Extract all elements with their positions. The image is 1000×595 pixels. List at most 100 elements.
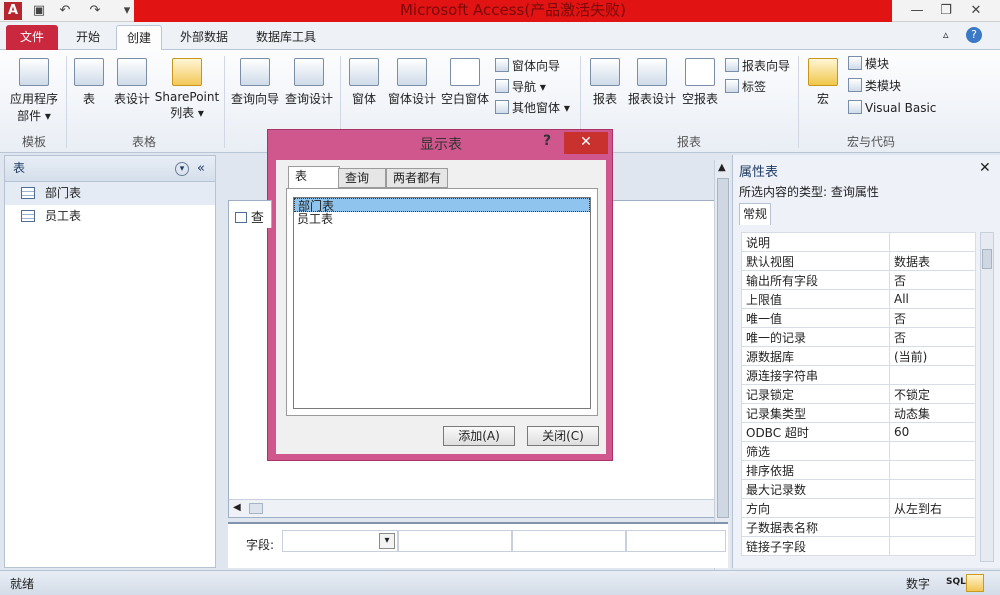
maximize-icon[interactable]: ❐ [932, 1, 960, 21]
table-button[interactable]: 表 [68, 58, 110, 107]
query-wizard-button[interactable]: 查询向导 [228, 58, 282, 107]
property-value[interactable] [889, 232, 976, 252]
scroll-left-icon[interactable]: ◀ [233, 502, 241, 513]
nav-item-employee-table[interactable]: 员工表 [5, 205, 215, 228]
property-value[interactable] [889, 536, 976, 556]
property-value[interactable]: 数据表 [889, 251, 976, 271]
list-item[interactable]: 员工表 [294, 212, 590, 226]
minimize-icon[interactable]: — [903, 1, 931, 21]
report-button[interactable]: 报表 [584, 58, 626, 107]
property-row[interactable]: 唯一值否 [741, 308, 976, 328]
property-row[interactable]: 筛选 [741, 441, 976, 461]
table-listbox[interactable]: 部门表 员工表 [293, 197, 591, 409]
property-value[interactable]: 动态集 [889, 403, 976, 423]
field-dropdown-icon[interactable]: ▾ [379, 533, 395, 549]
macro-button[interactable]: 宏 [802, 58, 844, 107]
table-design-button[interactable]: 表设计 [110, 58, 154, 107]
dialog-help-icon[interactable]: ? [543, 133, 551, 149]
field-cell-1[interactable]: ▾ [282, 530, 398, 552]
property-row[interactable]: 唯一的记录否 [741, 327, 976, 347]
class-module-button[interactable]: 类模块 [848, 76, 901, 96]
property-row[interactable]: 源连接字符串 [741, 365, 976, 385]
access-app-icon[interactable]: A [4, 2, 22, 20]
property-row[interactable]: 说明 [741, 232, 976, 252]
help-icon[interactable]: ? [966, 27, 982, 43]
blank-report-button[interactable]: 空报表 [678, 58, 722, 107]
property-value[interactable]: 否 [889, 308, 976, 328]
tab-create[interactable]: 创建 [116, 25, 163, 50]
property-value[interactable] [889, 460, 976, 480]
property-value[interactable] [889, 479, 976, 499]
property-value[interactable] [889, 517, 976, 537]
scroll-thumb[interactable] [249, 503, 263, 514]
property-row[interactable]: ODBC 超时 60 [741, 422, 976, 442]
design-view-icon[interactable] [966, 574, 984, 592]
vertical-scroll-thumb[interactable] [717, 178, 729, 518]
dialog-tab-both[interactable]: 两者都有 [386, 168, 448, 188]
property-value[interactable]: 否 [889, 270, 976, 290]
blank-form-button[interactable]: 空白窗体 [439, 58, 491, 107]
property-value[interactable]: 不锁定 [889, 384, 976, 404]
property-row[interactable]: 最大记录数 [741, 479, 976, 499]
field-cell-3[interactable] [512, 530, 626, 552]
form-button[interactable]: 窗体 [344, 58, 384, 107]
tab-external-data[interactable]: 外部数据 [170, 25, 238, 50]
tab-file[interactable]: 文件 [6, 25, 58, 50]
property-row[interactable]: 默认视图 数据表 [741, 251, 976, 271]
collapse-ribbon-icon[interactable]: ▵ [943, 28, 959, 44]
property-row[interactable]: 子数据表名称 [741, 517, 976, 537]
property-row[interactable]: 源数据库 (当前) [741, 346, 976, 366]
labels-button[interactable]: 标签 [725, 77, 766, 97]
tab-database-tools[interactable]: 数据库工具 [246, 25, 326, 50]
sharepoint-lists-button[interactable]: SharePoint 列表 ▾ [154, 58, 220, 121]
property-value[interactable]: 否 [889, 327, 976, 347]
nav-collapse-icon[interactable]: « [197, 156, 205, 181]
dialog-tab-queries[interactable]: 查询 [338, 168, 386, 188]
report-design-button[interactable]: 报表设计 [626, 58, 678, 107]
field-cell-2[interactable] [398, 530, 512, 552]
form-design-button[interactable]: 窗体设计 [386, 58, 438, 107]
report-wizard-button[interactable]: 报表向导 [725, 56, 790, 76]
undo-icon[interactable]: ↶ [56, 2, 74, 20]
tab-home[interactable]: 开始 [66, 25, 110, 50]
property-row[interactable]: 链接子字段 [741, 536, 976, 556]
nav-header[interactable]: 表 ▾ « [5, 156, 215, 182]
visual-basic-button[interactable]: Visual Basic [848, 98, 936, 118]
nav-item-department-table[interactable]: 部门表 [5, 182, 215, 205]
close-window-icon[interactable]: ✕ [962, 1, 990, 21]
list-item[interactable]: 部门表 [294, 198, 590, 213]
module-button[interactable]: 模块 [848, 54, 889, 74]
property-row[interactable]: 方向 从左到右 [741, 498, 976, 518]
navigation-button[interactable]: 导航 ▾ [495, 77, 546, 97]
more-forms-button[interactable]: 其他窗体 ▾ [495, 98, 570, 118]
tab-general[interactable]: 常规 [739, 203, 771, 225]
application-parts-button[interactable]: 应用程序 部件 ▾ [6, 58, 62, 124]
dialog-close-icon[interactable]: ✕ [564, 132, 608, 154]
save-icon[interactable]: ▣ [30, 2, 48, 20]
vertical-scrollbar[interactable]: ▲ ▼ [714, 160, 730, 570]
property-scroll-thumb[interactable] [982, 249, 992, 269]
property-row[interactable]: 记录锁定 不锁定 [741, 384, 976, 404]
dialog-tab-tables[interactable]: 表 [288, 166, 340, 189]
add-button[interactable]: 添加(A) [443, 426, 515, 446]
horizontal-scrollbar[interactable]: ◀ [229, 499, 727, 517]
field-cell-4[interactable] [626, 530, 726, 552]
redo-icon[interactable]: ↷ [86, 2, 104, 20]
property-row[interactable]: 记录集类型 动态集 [741, 403, 976, 423]
close-button[interactable]: 关闭(C) [527, 426, 599, 446]
property-value[interactable]: (当前) [889, 346, 976, 366]
scroll-up-icon[interactable]: ▲ [718, 162, 726, 173]
form-wizard-button[interactable]: 窗体向导 [495, 56, 560, 76]
property-value[interactable] [889, 365, 976, 385]
property-value[interactable] [889, 441, 976, 461]
query-document-tab[interactable]: 查 [228, 200, 272, 228]
query-design-button[interactable]: 查询设计 [282, 58, 336, 107]
property-row[interactable]: 排序依据 [741, 460, 976, 480]
close-property-sheet-icon[interactable]: ✕ [979, 160, 991, 176]
property-value[interactable]: 60 [889, 422, 976, 442]
sql-view-button[interactable]: SQL [946, 577, 966, 587]
property-value[interactable]: All [889, 289, 976, 309]
property-row[interactable]: 输出所有字段否 [741, 270, 976, 290]
property-value[interactable]: 从左到右 [889, 498, 976, 518]
nav-menu-dropdown-icon[interactable]: ▾ [175, 162, 189, 176]
